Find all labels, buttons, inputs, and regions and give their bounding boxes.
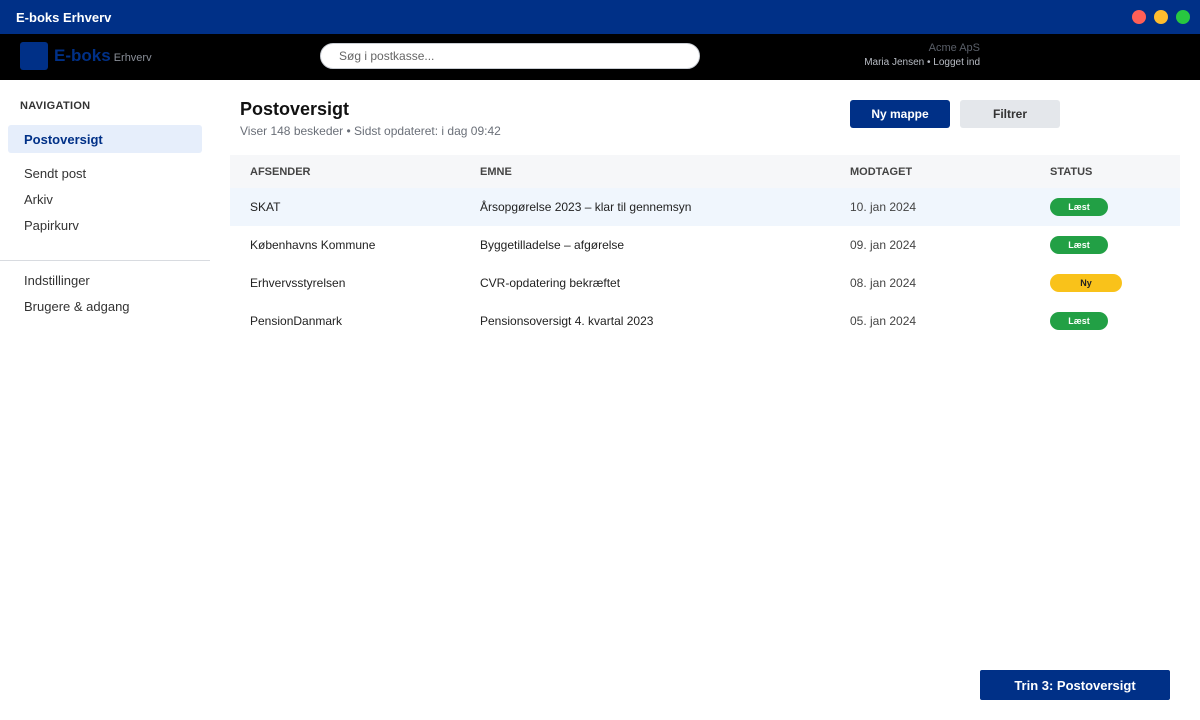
logo[interactable]: E-boks Erhverv	[20, 42, 152, 70]
maximize-window-button[interactable]	[1176, 10, 1190, 24]
column-header-status[interactable]: STATUS	[1050, 166, 1092, 178]
window-title: E-boks Erhverv	[16, 9, 112, 25]
new-folder-button[interactable]: Ny mappe	[850, 100, 950, 128]
mail-table: AFSENDER EMNE MODTAGET STATUS SKAT Årsop…	[230, 155, 1180, 340]
row-received-date: 10. jan 2024	[850, 200, 917, 214]
row-subject: Byggetilladelse – afgørelse	[480, 238, 625, 252]
sidebar-item-indstillinger[interactable]: Indstillinger	[8, 266, 202, 294]
table-header: AFSENDER EMNE MODTAGET STATUS	[230, 155, 1180, 188]
sidebar: NAVIGATION Postoversigt Sendt post Arkiv…	[0, 80, 210, 720]
filter-button[interactable]: Filtrer	[960, 100, 1060, 128]
row-subject: CVR-opdatering bekræftet	[480, 276, 621, 290]
step-button[interactable]: Trin 3: Postoversigt	[980, 670, 1170, 700]
page-title: Postoversigt	[240, 99, 350, 119]
row-sender: SKAT	[250, 200, 281, 214]
row-subject: Pensionsoversigt 4. kvartal 2023	[480, 314, 654, 328]
column-header-received[interactable]: MODTAGET	[850, 166, 912, 178]
sidebar-item-papirkurv[interactable]: Papirkurv	[8, 211, 202, 239]
status-badge: Ny	[1050, 274, 1122, 292]
status-badge: Læst	[1050, 198, 1108, 216]
row-sender: PensionDanmark	[250, 314, 343, 328]
row-subject: Årsopgørelse 2023 – klar til gennemsyn	[480, 200, 692, 214]
window-controls	[1132, 10, 1190, 24]
company-name: Acme ApS	[928, 42, 980, 54]
row-sender: Erhvervsstyrelsen	[250, 276, 346, 290]
sidebar-item-brugere-adgang[interactable]: Brugere & adgang	[8, 292, 202, 320]
search-input[interactable]	[320, 43, 700, 69]
row-received-date: 08. jan 2024	[850, 276, 917, 290]
account-info[interactable]: Acme ApS Maria Jensen • Logget ind	[864, 42, 980, 69]
logo-text: E-boks	[54, 46, 111, 65]
table-row[interactable]: Københavns Kommune Byggetilladelse – afg…	[230, 226, 1180, 264]
logo-mark-icon	[20, 42, 48, 70]
sidebar-item-sendt-post[interactable]: Sendt post	[8, 159, 202, 187]
window-titlebar: E-boks Erhverv	[0, 0, 1200, 34]
sidebar-item-arkiv[interactable]: Arkiv	[8, 185, 202, 213]
user-status: Maria Jensen • Logget ind	[864, 57, 980, 68]
close-window-button[interactable]	[1132, 10, 1146, 24]
nav-heading: NAVIGATION	[20, 100, 91, 112]
status-badge: Læst	[1050, 236, 1108, 254]
app-header: E-boks Erhverv Acme ApS Maria Jensen • L…	[0, 34, 1200, 80]
column-header-sender[interactable]: AFSENDER	[250, 166, 311, 178]
page-subtitle: Viser 148 beskeder • Sidst opdateret: i …	[240, 124, 501, 138]
sidebar-divider	[0, 260, 210, 261]
minimize-window-button[interactable]	[1154, 10, 1168, 24]
table-row[interactable]: PensionDanmark Pensionsoversigt 4. kvart…	[230, 302, 1180, 340]
column-header-subject[interactable]: EMNE	[480, 166, 512, 178]
row-received-date: 09. jan 2024	[850, 238, 917, 252]
row-received-date: 05. jan 2024	[850, 314, 917, 328]
logo-subtext: Erhverv	[113, 52, 152, 64]
row-sender: Københavns Kommune	[250, 238, 376, 252]
table-row[interactable]: SKAT Årsopgørelse 2023 – klar til gennem…	[230, 188, 1180, 226]
sidebar-item-postoversigt[interactable]: Postoversigt	[8, 125, 202, 153]
status-badge: Læst	[1050, 312, 1108, 330]
table-row[interactable]: Erhvervsstyrelsen CVR-opdatering bekræft…	[230, 264, 1180, 302]
